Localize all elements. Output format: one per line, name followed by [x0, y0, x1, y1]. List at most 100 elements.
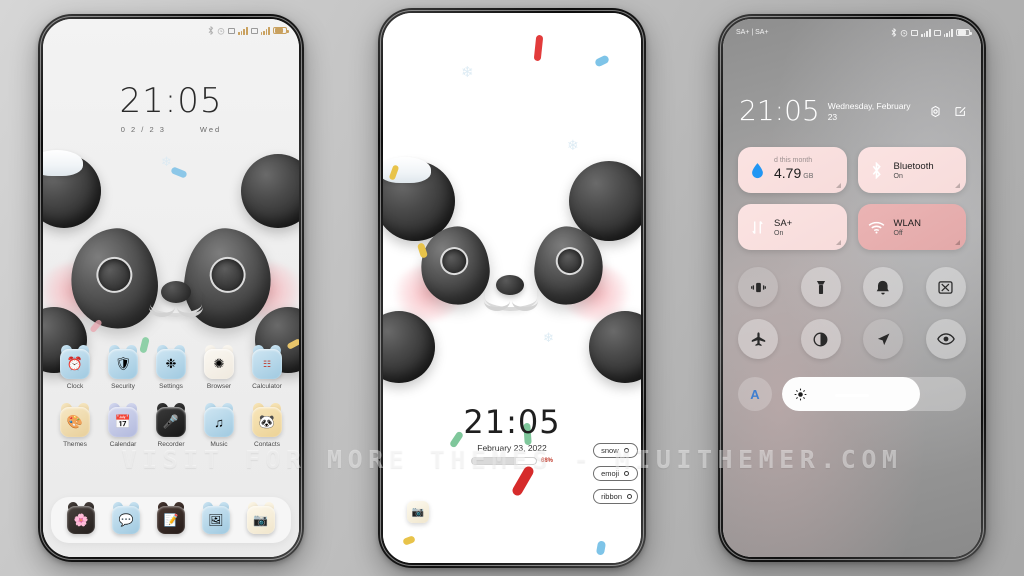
flashlight-toggle[interactable] — [800, 267, 841, 307]
app-row-2: 🎨 Themes 📅 Calendar 🎤 Recorder ♫ Music 🐼… — [53, 407, 289, 448]
sim-icon-1 — [911, 29, 919, 36]
control-center-header: 21:05 Wednesday, February 23 — [739, 97, 967, 125]
messages-icon[interactable]: 💬 — [112, 506, 141, 534]
tile-corner-icon — [955, 183, 960, 188]
phone-lock-screen: ❄ 21:05 0 2 / 2 3 Wed ⏰ Clock 🛡 Security… — [38, 14, 304, 562]
emoji-toggle-icon[interactable] — [624, 471, 630, 476]
data-arrows-icon — [748, 220, 766, 235]
app-row-1: ⏰ Clock 🛡 Security ❉ Settings ✺ Browser — [53, 349, 289, 390]
preview-time: 21:05 — [463, 403, 561, 441]
snowflake-icon: ❄ — [461, 64, 474, 81]
app-label: Clock — [66, 383, 84, 390]
chip-label: emoji — [601, 469, 620, 478]
cc-time: 21:05 — [739, 94, 820, 127]
dark-mode-toggle[interactable] — [800, 319, 841, 359]
ribbon-toggle-icon[interactable] — [627, 494, 632, 499]
settings-icon: ❉ — [156, 349, 186, 379]
app-security[interactable]: 🛡 Security — [101, 349, 145, 390]
phone-wallpaper-preview: ❄ ❄ ❄ 21:05 February 23, 2022 68% snow e… — [378, 8, 646, 568]
tile-label: SA+ — [774, 217, 793, 229]
app-label: Recorder — [157, 441, 185, 448]
quick-tiles: d this month 4.79 GB Bluetooth On SA+ On… — [738, 147, 966, 261]
screenshot-toggle[interactable] — [925, 267, 966, 307]
brightness-slider[interactable] — [782, 377, 966, 411]
gallery-icon[interactable]: 🌸 — [67, 506, 96, 534]
circle-row-2 — [738, 319, 966, 359]
app-grid: ⏰ Clock 🛡 Security ❉ Settings ✺ Browser — [43, 349, 299, 465]
panda-pupil-right — [553, 245, 586, 278]
app-clock[interactable]: ⏰ Clock — [53, 349, 97, 390]
dock: 🌸 💬 📝 🖼 📷 — [51, 497, 291, 543]
alarm-icon — [217, 27, 225, 35]
sun-icon — [794, 388, 807, 400]
battery-icon — [956, 28, 972, 37]
snow-toggle-icon[interactable] — [623, 448, 629, 453]
wifi-icon — [868, 221, 886, 234]
auto-brightness-button[interactable]: A — [738, 377, 772, 411]
eye-comfort-toggle[interactable] — [925, 319, 966, 359]
confetti-red — [533, 34, 544, 62]
bluetooth-icon — [891, 28, 897, 37]
progress-percent: 68% — [540, 458, 553, 464]
gear-icon[interactable] — [929, 105, 942, 123]
tile-corner-icon — [955, 240, 960, 245]
app-contacts[interactable]: 🐼 Contacts — [245, 407, 289, 448]
camera-icon[interactable]: 📷 — [246, 506, 275, 534]
panda-pupil-left — [438, 245, 471, 278]
mobile-data-tile[interactable]: SA+ On — [738, 204, 847, 250]
phone1-screen: ❄ 21:05 0 2 / 2 3 Wed ⏰ Clock 🛡 Security… — [43, 19, 299, 557]
location-toggle[interactable] — [863, 319, 904, 359]
vibrate-icon — [750, 282, 766, 292]
app-themes[interactable]: 🎨 Themes — [53, 407, 97, 448]
confetti-pink — [89, 318, 103, 334]
chip-ribbon[interactable]: ribbon — [593, 489, 638, 504]
confetti-yellow — [402, 535, 416, 546]
tile-label: WLAN — [893, 217, 921, 229]
ringer-toggle[interactable] — [863, 267, 904, 307]
effect-chips: snow emoji ribbon — [593, 443, 638, 504]
photos-icon[interactable]: 🖼 — [201, 506, 230, 534]
phone2-screen: ❄ ❄ ❄ 21:05 February 23, 2022 68% snow e… — [383, 13, 641, 563]
signal-icon-2 — [943, 29, 953, 37]
chip-emoji[interactable]: emoji — [593, 466, 638, 481]
bluetooth-tile[interactable]: Bluetooth On — [857, 147, 966, 193]
sim-icon-1 — [228, 27, 236, 34]
wlan-tile[interactable]: WLAN Off — [857, 204, 966, 250]
app-label: Calculator — [252, 383, 282, 390]
screenshot-root: ❄ 21:05 0 2 / 2 3 Wed ⏰ Clock 🛡 Security… — [0, 0, 1024, 576]
calculator-icon: ☷ — [252, 349, 282, 379]
lock-date: 0 2 / 2 3 — [120, 125, 166, 134]
app-calendar[interactable]: 📅 Calendar — [101, 407, 145, 448]
phone1-status-bar — [43, 19, 299, 39]
app-recorder[interactable]: 🎤 Recorder — [149, 407, 193, 448]
edit-icon[interactable] — [954, 105, 967, 123]
lock-weekday: Wed — [199, 125, 222, 134]
calendar-icon: 📅 — [108, 407, 138, 437]
confetti-blue — [595, 540, 607, 556]
data-usage-tile[interactable]: d this month 4.79 GB — [738, 147, 847, 193]
signal-icon-1 — [238, 27, 248, 35]
app-browser[interactable]: ✺ Browser — [197, 349, 241, 390]
sim-icon-2 — [250, 27, 258, 34]
progress-track[interactable] — [470, 457, 537, 465]
airplane-toggle[interactable] — [738, 319, 778, 359]
snowflake-icon: ❄ — [161, 154, 172, 169]
confetti-red — [510, 464, 536, 498]
floating-camera-icon[interactable]: 📷 — [407, 501, 429, 523]
app-settings[interactable]: ❉ Settings — [149, 349, 193, 390]
tile-row-1: d this month 4.79 GB Bluetooth On — [738, 147, 966, 193]
home-indicator — [835, 394, 869, 397]
snowflake-icon: ❄ — [543, 330, 554, 345]
app-music[interactable]: ♫ Music — [197, 407, 241, 448]
chip-snow[interactable]: snow — [593, 443, 638, 458]
browser-icon: ✺ — [204, 349, 234, 379]
lock-date-row: 0 2 / 2 3 Wed — [43, 125, 299, 134]
data-usage-value: 4.79 — [774, 165, 802, 181]
contacts-icon: 🐼 — [252, 407, 282, 437]
notes-icon[interactable]: 📝 — [156, 506, 185, 534]
vibrate-toggle[interactable] — [738, 267, 778, 307]
app-calculator[interactable]: ☷ Calculator — [245, 349, 289, 390]
app-label: Music — [210, 441, 228, 448]
phone-control-center: SA+ | SA+ 21:05 Wednesday, February 23 d… — [718, 14, 986, 562]
progress-fill — [471, 458, 516, 464]
